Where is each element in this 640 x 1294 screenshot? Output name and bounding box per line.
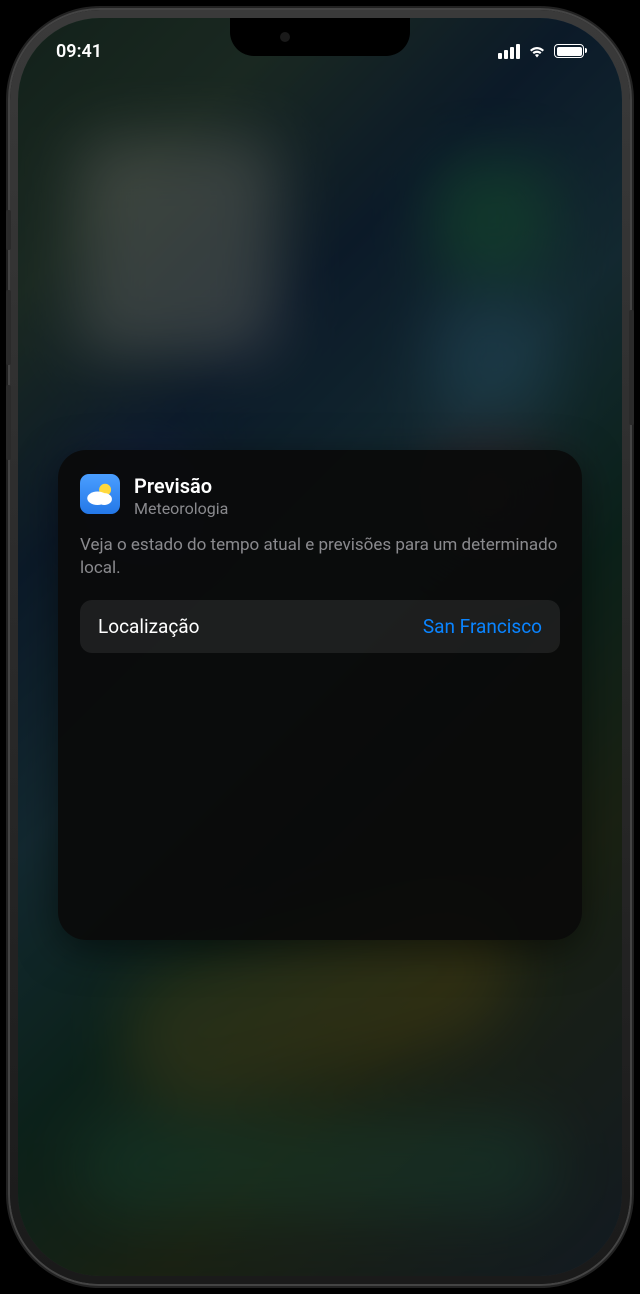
battery-icon xyxy=(554,44,584,58)
widget-settings-card: Previsão Meteorologia Veja o estado do t… xyxy=(58,450,582,940)
phone-screen: 09:41 xyxy=(18,18,622,1276)
status-icons xyxy=(498,43,584,59)
widget-app-name: Meteorologia xyxy=(134,499,228,518)
widget-title: Previsão xyxy=(134,474,228,498)
notch xyxy=(230,18,410,56)
location-setting-label: Localização xyxy=(98,615,199,638)
phone-frame: 09:41 xyxy=(10,10,630,1284)
wifi-icon xyxy=(527,43,547,59)
volume-down-button xyxy=(6,385,11,460)
widget-description: Veja o estado do tempo atual e previsões… xyxy=(80,534,560,580)
volume-up-button xyxy=(6,290,11,365)
status-time: 09:41 xyxy=(56,41,102,62)
location-setting-value: San Francisco xyxy=(423,615,542,638)
silence-switch xyxy=(6,210,11,250)
card-header: Previsão Meteorologia xyxy=(80,474,560,518)
cellular-signal-icon xyxy=(498,44,520,59)
power-button xyxy=(629,310,634,425)
header-text: Previsão Meteorologia xyxy=(134,474,228,518)
weather-app-icon xyxy=(80,474,120,514)
location-setting-row[interactable]: Localização San Francisco xyxy=(80,600,560,653)
